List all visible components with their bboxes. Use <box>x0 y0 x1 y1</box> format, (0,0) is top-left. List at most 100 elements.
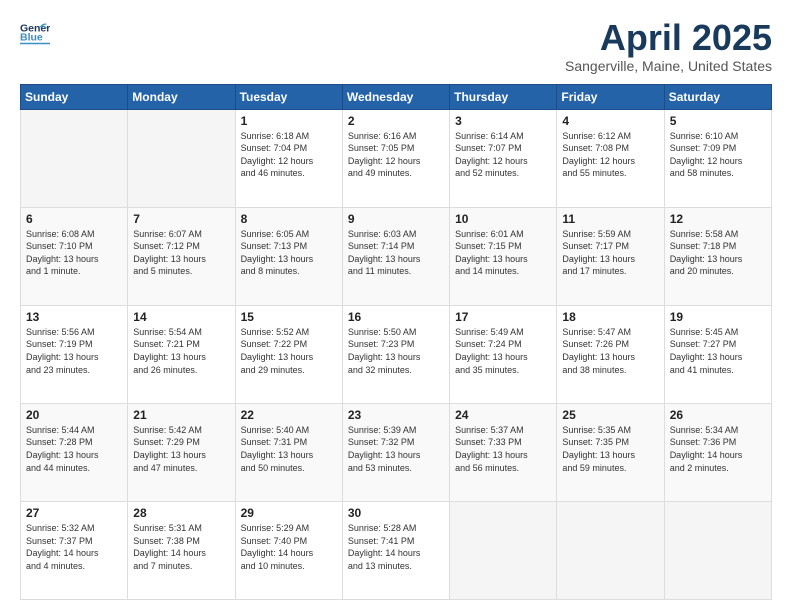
day-number: 4 <box>562 114 658 128</box>
calendar-day-header: Friday <box>557 84 664 109</box>
day-number: 16 <box>348 310 444 324</box>
calendar-week-row: 27Sunrise: 5:32 AM Sunset: 7:37 PM Dayli… <box>21 501 772 599</box>
day-number: 13 <box>26 310 122 324</box>
calendar-cell: 28Sunrise: 5:31 AM Sunset: 7:38 PM Dayli… <box>128 501 235 599</box>
calendar-cell: 5 Sunrise: 6:10 AM Sunset: 7:09 PM Daylig… <box>664 109 771 207</box>
day-info: Sunrise: 5:44 AM Sunset: 7:28 PM Dayligh… <box>26 424 122 474</box>
day-info: Sunrise: 5:49 AM Sunset: 7:24 PM Dayligh… <box>455 326 551 376</box>
calendar-cell: 29 Sunrise: 5:29 AM Sunset: 7:40 PM Dayli… <box>235 501 342 599</box>
calendar-cell <box>450 501 557 599</box>
calendar-cell: 16Sunrise: 5:50 AM Sunset: 7:23 PM Dayli… <box>342 305 449 403</box>
day-info: Sunrise: 5:32 AM Sunset: 7:37 PM Dayligh… <box>26 522 122 572</box>
day-info: Sunrise: 6:01 AM Sunset: 7:15 PM Dayligh… <box>455 228 551 278</box>
day-number: 25 <box>562 408 658 422</box>
calendar-cell: 18 Sunrise: 5:47 AM Sunset: 7:26 PM Dayli… <box>557 305 664 403</box>
day-info: Sunrise: 5:39 AM Sunset: 7:32 PM Dayligh… <box>348 424 444 474</box>
day-info: Sunrise: 6:14 AM Sunset: 7:07 PM Dayligh… <box>455 130 551 180</box>
calendar-table: SundayMondayTuesdayWednesdayThursdayFrid… <box>20 84 772 600</box>
day-number: 22 <box>241 408 337 422</box>
calendar-cell: 17 Sunrise: 5:49 AM Sunset: 7:24 PM Dayli… <box>450 305 557 403</box>
calendar-cell: 6Sunrise: 6:08 AM Sunset: 7:10 PM Daylig… <box>21 207 128 305</box>
main-title: April 2025 <box>565 18 772 58</box>
calendar-cell: 12Sunrise: 5:58 AM Sunset: 7:18 PM Dayli… <box>664 207 771 305</box>
calendar-day-header: Sunday <box>21 84 128 109</box>
calendar-day-header: Tuesday <box>235 84 342 109</box>
day-number: 18 <box>562 310 658 324</box>
calendar-cell: 19 Sunrise: 5:45 AM Sunset: 7:27 PM Dayli… <box>664 305 771 403</box>
calendar-cell: 15Sunrise: 5:52 AM Sunset: 7:22 PM Dayli… <box>235 305 342 403</box>
calendar-cell: 13 Sunrise: 5:56 AM Sunset: 7:19 PM Dayli… <box>21 305 128 403</box>
calendar-cell: 4 Sunrise: 6:12 AM Sunset: 7:08 PM Daylig… <box>557 109 664 207</box>
day-number: 14 <box>133 310 229 324</box>
day-number: 29 <box>241 506 337 520</box>
day-info: Sunrise: 5:59 AM Sunset: 7:17 PM Dayligh… <box>562 228 658 278</box>
calendar-day-header: Monday <box>128 84 235 109</box>
calendar-day-header: Thursday <box>450 84 557 109</box>
calendar-cell: 14Sunrise: 5:54 AM Sunset: 7:21 PM Dayli… <box>128 305 235 403</box>
calendar-cell <box>664 501 771 599</box>
day-number: 26 <box>670 408 766 422</box>
day-info: Sunrise: 5:34 AM Sunset: 7:36 PM Dayligh… <box>670 424 766 474</box>
day-info: Sunrise: 6:05 AM Sunset: 7:13 PM Dayligh… <box>241 228 337 278</box>
calendar-cell: 2 Sunrise: 6:16 AM Sunset: 7:05 PM Daylig… <box>342 109 449 207</box>
day-number: 3 <box>455 114 551 128</box>
calendar-cell: 11 Sunrise: 5:59 AM Sunset: 7:17 PM Dayli… <box>557 207 664 305</box>
calendar-cell: 22 Sunrise: 5:40 AM Sunset: 7:31 PM Dayli… <box>235 403 342 501</box>
calendar-cell: 7Sunrise: 6:07 AM Sunset: 7:12 PM Daylig… <box>128 207 235 305</box>
calendar-cell: 9Sunrise: 6:03 AM Sunset: 7:14 PM Daylig… <box>342 207 449 305</box>
day-info: Sunrise: 5:29 AM Sunset: 7:40 PM Dayligh… <box>241 522 337 572</box>
calendar-week-row: 6Sunrise: 6:08 AM Sunset: 7:10 PM Daylig… <box>21 207 772 305</box>
day-info: Sunrise: 5:56 AM Sunset: 7:19 PM Dayligh… <box>26 326 122 376</box>
day-number: 8 <box>241 212 337 226</box>
calendar-cell: 20 Sunrise: 5:44 AM Sunset: 7:28 PM Dayli… <box>21 403 128 501</box>
day-info: Sunrise: 5:45 AM Sunset: 7:27 PM Dayligh… <box>670 326 766 376</box>
day-number: 5 <box>670 114 766 128</box>
calendar-cell: 23Sunrise: 5:39 AM Sunset: 7:32 PM Dayli… <box>342 403 449 501</box>
calendar-cell: 10 Sunrise: 6:01 AM Sunset: 7:15 PM Dayli… <box>450 207 557 305</box>
calendar-cell: 3 Sunrise: 6:14 AM Sunset: 7:07 PM Daylig… <box>450 109 557 207</box>
day-info: Sunrise: 5:31 AM Sunset: 7:38 PM Dayligh… <box>133 522 229 572</box>
day-number: 20 <box>26 408 122 422</box>
calendar-week-row: 13 Sunrise: 5:56 AM Sunset: 7:19 PM Dayli… <box>21 305 772 403</box>
day-number: 2 <box>348 114 444 128</box>
day-number: 30 <box>348 506 444 520</box>
day-info: Sunrise: 6:07 AM Sunset: 7:12 PM Dayligh… <box>133 228 229 278</box>
calendar-cell: 27Sunrise: 5:32 AM Sunset: 7:37 PM Dayli… <box>21 501 128 599</box>
calendar-cell: 24Sunrise: 5:37 AM Sunset: 7:33 PM Dayli… <box>450 403 557 501</box>
header: General Blue April 2025 Sangerville, Mai… <box>20 18 772 74</box>
day-number: 10 <box>455 212 551 226</box>
calendar-cell: 8 Sunrise: 6:05 AM Sunset: 7:13 PM Daylig… <box>235 207 342 305</box>
page: General Blue April 2025 Sangerville, Mai… <box>0 0 792 612</box>
title-block: April 2025 Sangerville, Maine, United St… <box>565 18 772 74</box>
day-number: 21 <box>133 408 229 422</box>
svg-text:Blue: Blue <box>20 32 43 44</box>
day-number: 24 <box>455 408 551 422</box>
day-info: Sunrise: 6:18 AM Sunset: 7:04 PM Dayligh… <box>241 130 337 180</box>
day-info: Sunrise: 6:08 AM Sunset: 7:10 PM Dayligh… <box>26 228 122 278</box>
day-number: 11 <box>562 212 658 226</box>
day-info: Sunrise: 6:12 AM Sunset: 7:08 PM Dayligh… <box>562 130 658 180</box>
calendar-cell <box>21 109 128 207</box>
day-info: Sunrise: 5:35 AM Sunset: 7:35 PM Dayligh… <box>562 424 658 474</box>
day-number: 1 <box>241 114 337 128</box>
day-info: Sunrise: 6:16 AM Sunset: 7:05 PM Dayligh… <box>348 130 444 180</box>
calendar-day-header: Wednesday <box>342 84 449 109</box>
calendar-cell: 25 Sunrise: 5:35 AM Sunset: 7:35 PM Dayli… <box>557 403 664 501</box>
logo-icon: General Blue <box>20 18 50 48</box>
day-info: Sunrise: 5:47 AM Sunset: 7:26 PM Dayligh… <box>562 326 658 376</box>
calendar-week-row: 1 Sunrise: 6:18 AM Sunset: 7:04 PM Daylig… <box>21 109 772 207</box>
day-number: 12 <box>670 212 766 226</box>
calendar-cell <box>557 501 664 599</box>
day-info: Sunrise: 6:03 AM Sunset: 7:14 PM Dayligh… <box>348 228 444 278</box>
calendar-cell <box>128 109 235 207</box>
calendar-day-header: Saturday <box>664 84 771 109</box>
subtitle: Sangerville, Maine, United States <box>565 58 772 74</box>
day-info: Sunrise: 5:52 AM Sunset: 7:22 PM Dayligh… <box>241 326 337 376</box>
day-number: 17 <box>455 310 551 324</box>
day-info: Sunrise: 5:28 AM Sunset: 7:41 PM Dayligh… <box>348 522 444 572</box>
day-info: Sunrise: 5:40 AM Sunset: 7:31 PM Dayligh… <box>241 424 337 474</box>
day-number: 19 <box>670 310 766 324</box>
calendar-week-row: 20 Sunrise: 5:44 AM Sunset: 7:28 PM Dayli… <box>21 403 772 501</box>
day-info: Sunrise: 6:10 AM Sunset: 7:09 PM Dayligh… <box>670 130 766 180</box>
calendar-cell: 1 Sunrise: 6:18 AM Sunset: 7:04 PM Daylig… <box>235 109 342 207</box>
